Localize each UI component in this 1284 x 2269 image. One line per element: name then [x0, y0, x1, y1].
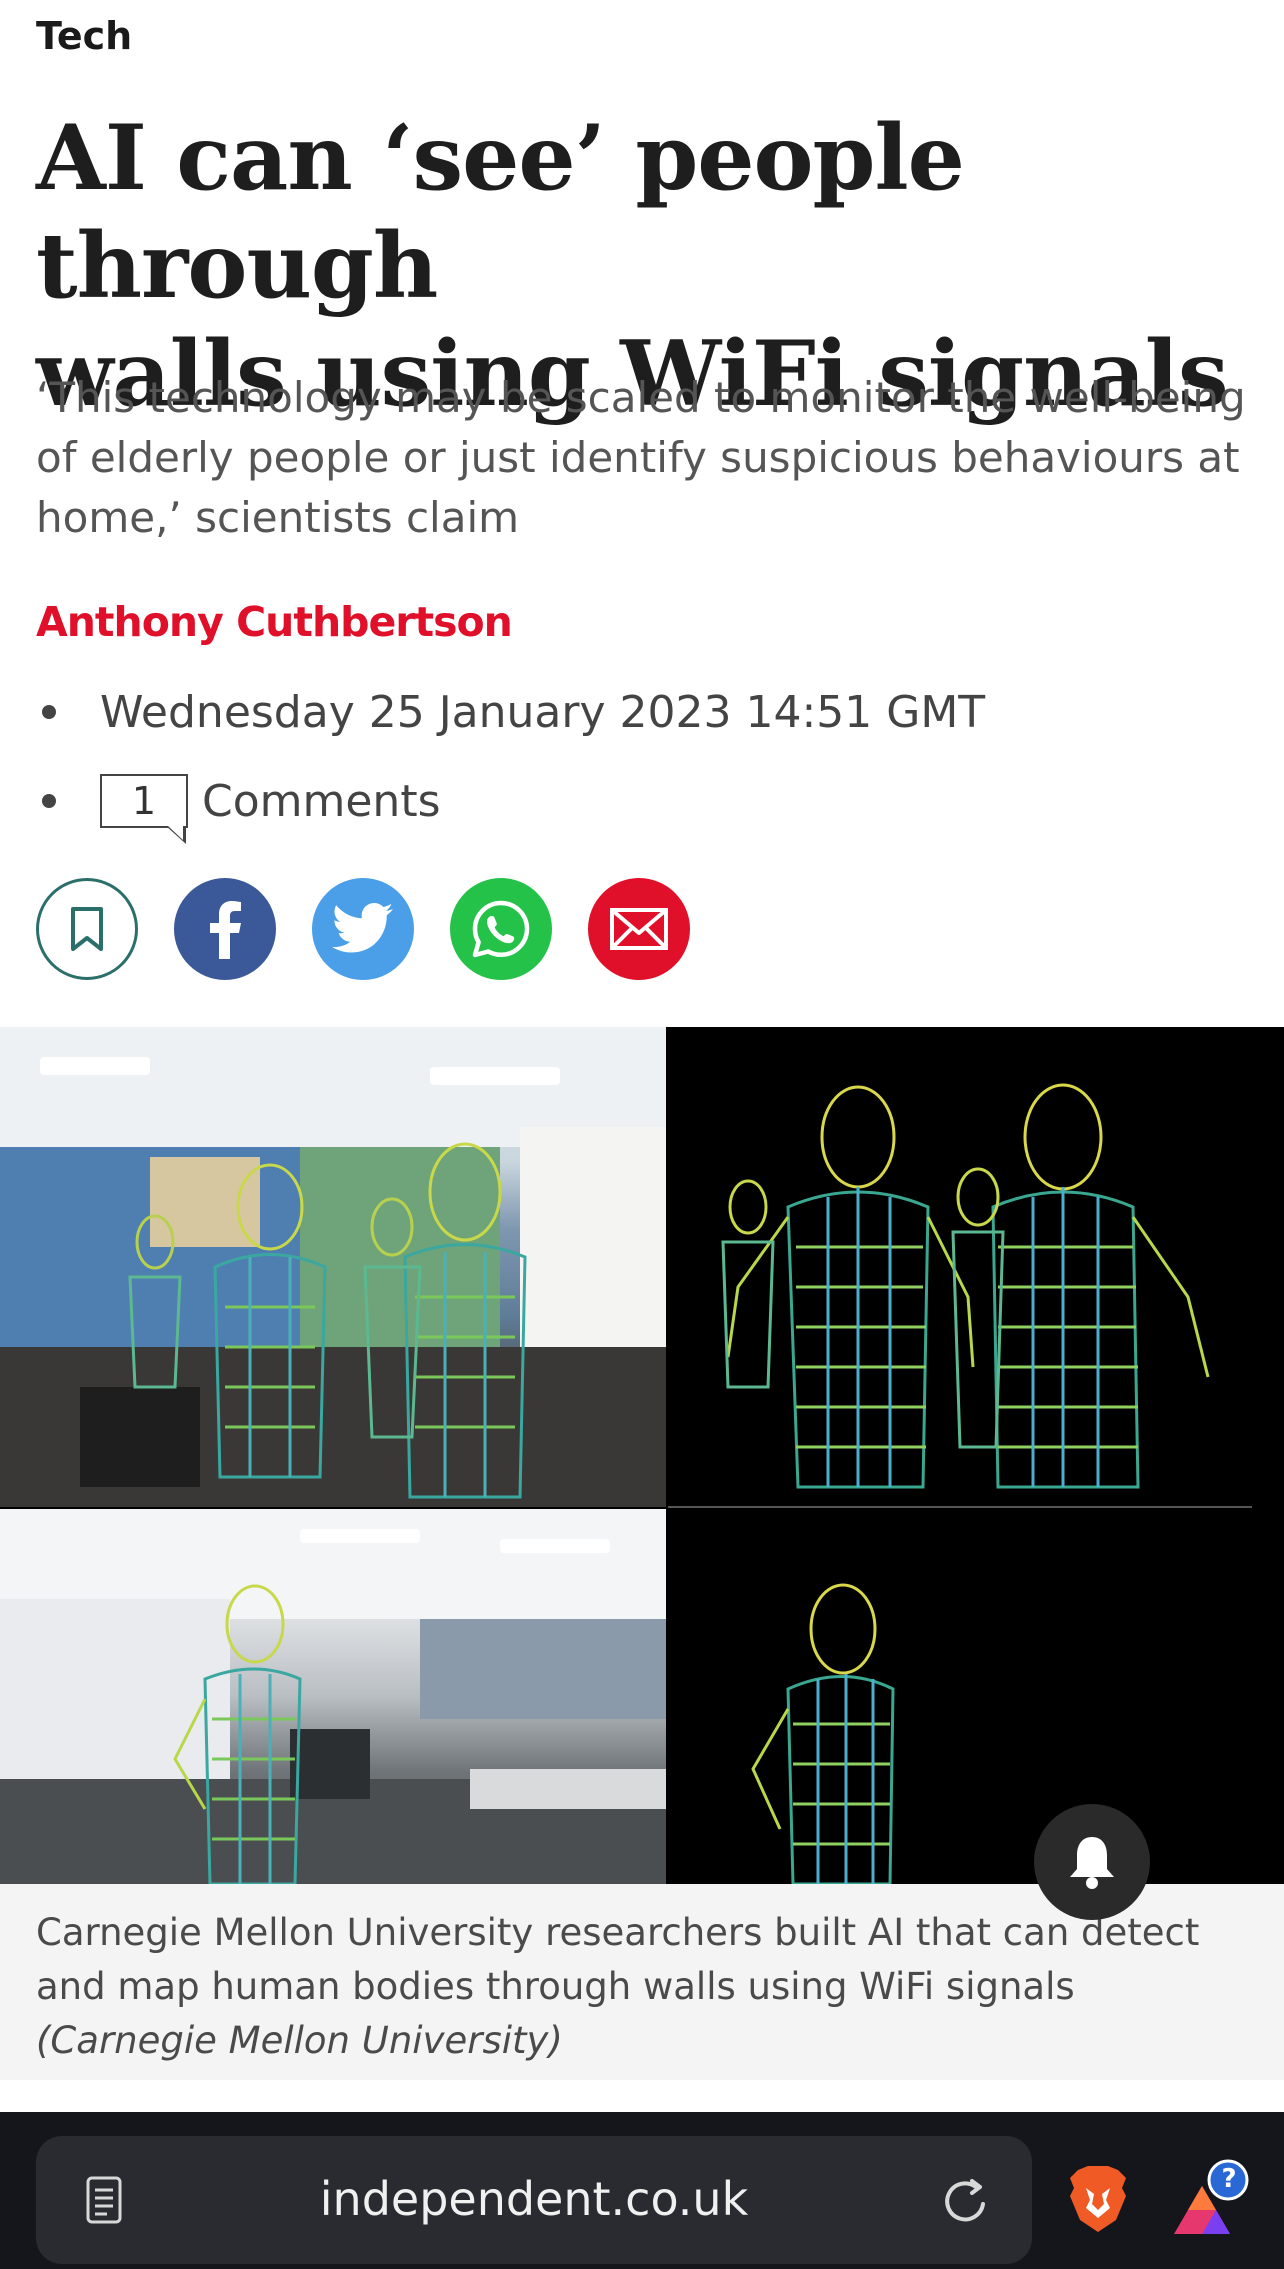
comment-count: 1 [131, 779, 157, 823]
twitter-icon [332, 903, 393, 953]
url-text: independent.co.uk [319, 2172, 749, 2226]
email-share-button[interactable] [588, 878, 690, 980]
author-link[interactable]: Anthony Cuthbertson [36, 598, 513, 646]
bullet [42, 794, 56, 808]
publish-date-row: Wednesday 25 January 2023 14:51 GMT [36, 682, 985, 742]
twitter-share-button[interactable] [312, 878, 414, 980]
wifi-pose-mesh-render-bottom [668, 1509, 1284, 1884]
bell-icon [1070, 1837, 1114, 1889]
bullet [42, 705, 56, 719]
whatsapp-icon [472, 900, 530, 958]
article-standfirst: ‘This technology may be scaled to monito… [36, 373, 1246, 542]
caption-text: Carnegie Mellon University researchers b… [36, 1911, 1200, 2008]
brave-rewards-button[interactable]: ? [1170, 2158, 1252, 2240]
headline-line-1: AI can ‘see’ people through [36, 105, 965, 319]
facebook-icon [210, 901, 241, 959]
whatsapp-share-button[interactable] [450, 878, 552, 980]
rewards-badge: ? [1221, 2164, 1237, 2194]
bookmark-button[interactable] [36, 878, 138, 980]
comment-bubble-icon: 1 [100, 774, 188, 844]
publish-date: Wednesday 25 January 2023 14:51 GMT [100, 686, 986, 738]
caption-credit: (Carnegie Mellon University) [36, 2019, 563, 2062]
browser-toolbar: independent.co.uk ? [0, 2112, 1284, 2269]
photo-classroom-with-person-mesh [0, 1509, 666, 1884]
brave-shields-icon[interactable] [1066, 2164, 1130, 2234]
comments-label: Comments [202, 775, 441, 827]
section-label[interactable]: Tech [36, 14, 132, 58]
photo-divider [668, 1506, 1252, 1508]
notification-bell-button[interactable] [1034, 1804, 1150, 1920]
facebook-share-button[interactable] [174, 878, 276, 980]
wifi-pose-mesh-render-top [668, 1027, 1284, 1507]
reload-icon[interactable] [936, 2172, 996, 2232]
address-bar[interactable]: independent.co.uk [36, 2136, 1032, 2264]
article-hero-image[interactable] [0, 1027, 1284, 1884]
share-bar [36, 878, 690, 980]
email-icon [610, 908, 668, 950]
comments-link[interactable]: 1 Comments [36, 768, 441, 844]
photo-room-with-people-mesh [0, 1027, 666, 1507]
bookmark-icon [71, 907, 103, 951]
